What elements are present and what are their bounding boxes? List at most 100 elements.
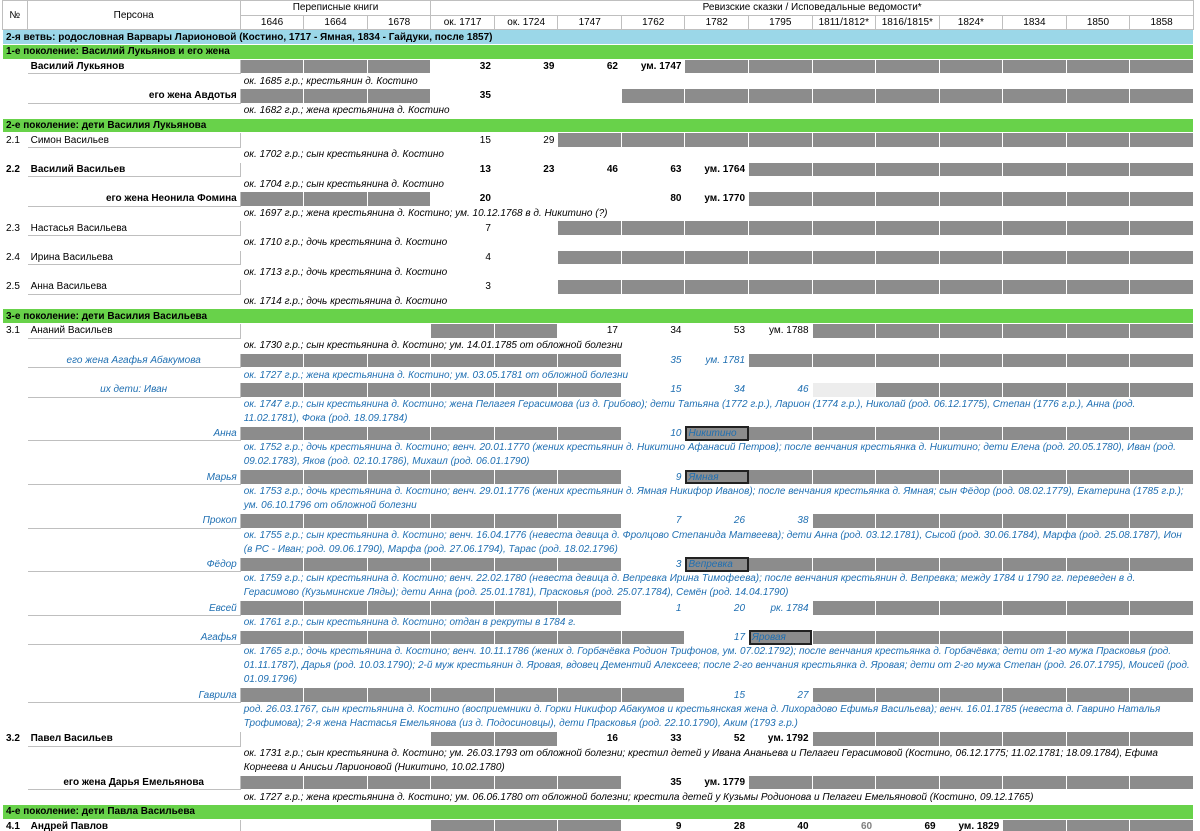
year-cell[interactable] bbox=[557, 88, 622, 104]
year-cell[interactable] bbox=[939, 557, 1003, 572]
year-cell[interactable] bbox=[1129, 600, 1194, 616]
year-cell[interactable] bbox=[557, 775, 622, 790]
year-cell[interactable] bbox=[875, 557, 940, 572]
year-cell[interactable] bbox=[1129, 731, 1194, 747]
year-cell[interactable] bbox=[875, 630, 940, 645]
year-cell[interactable] bbox=[367, 382, 431, 398]
year-cell[interactable] bbox=[939, 513, 1003, 529]
year-cell[interactable] bbox=[939, 88, 1003, 104]
year-cell[interactable] bbox=[1066, 731, 1130, 747]
year-cell[interactable] bbox=[1066, 191, 1130, 207]
year-cell[interactable] bbox=[684, 220, 749, 236]
year-cell[interactable] bbox=[303, 731, 368, 747]
year-cell[interactable] bbox=[1066, 162, 1130, 177]
year-cell[interactable] bbox=[367, 600, 431, 616]
year-cell[interactable] bbox=[303, 775, 368, 790]
year-cell[interactable] bbox=[557, 630, 622, 645]
year-cell[interactable] bbox=[240, 775, 304, 790]
year-cell[interactable] bbox=[1066, 279, 1130, 295]
year-cell[interactable]: Никитино bbox=[684, 426, 749, 441]
year-cell[interactable] bbox=[303, 353, 368, 368]
year-cell[interactable] bbox=[494, 630, 558, 645]
person-name[interactable]: Ананий Васильев bbox=[26, 323, 241, 339]
year-cell[interactable] bbox=[1066, 382, 1130, 398]
year-cell[interactable]: 35 bbox=[430, 88, 495, 104]
year-cell[interactable] bbox=[1129, 191, 1194, 207]
year-cell[interactable] bbox=[1066, 59, 1130, 74]
year-cell[interactable] bbox=[240, 162, 304, 177]
year-cell[interactable] bbox=[812, 279, 876, 295]
year-cell[interactable] bbox=[494, 687, 558, 703]
year-cell[interactable] bbox=[240, 220, 304, 236]
year-cell[interactable] bbox=[812, 250, 876, 265]
year-cell[interactable] bbox=[367, 426, 431, 441]
year-cell[interactable] bbox=[1002, 279, 1067, 295]
year-cell[interactable] bbox=[494, 382, 558, 398]
year-cell[interactable]: 46 bbox=[748, 382, 813, 398]
year-cell[interactable]: 3 bbox=[430, 279, 495, 295]
person-name[interactable]: Анна Васильева bbox=[26, 279, 241, 295]
year-cell[interactable] bbox=[939, 220, 1003, 236]
year-cell[interactable]: 35 bbox=[621, 353, 685, 368]
year-cell[interactable]: ум. 1770 bbox=[684, 191, 749, 207]
year-cell[interactable] bbox=[367, 819, 431, 831]
year-cell[interactable] bbox=[812, 469, 876, 485]
year-cell[interactable] bbox=[1129, 132, 1194, 148]
year-cell[interactable] bbox=[875, 687, 940, 703]
year-cell[interactable] bbox=[1129, 819, 1194, 831]
year-cell[interactable] bbox=[748, 132, 813, 148]
year-cell[interactable]: 15 bbox=[684, 687, 749, 703]
year-cell[interactable]: 69 bbox=[875, 819, 940, 831]
year-cell[interactable]: 1 bbox=[621, 600, 685, 616]
year-cell[interactable] bbox=[939, 162, 1003, 177]
year-cell[interactable]: 80 bbox=[621, 191, 685, 207]
year-cell[interactable] bbox=[430, 557, 495, 572]
year-cell[interactable] bbox=[557, 513, 622, 529]
year-cell[interactable] bbox=[1002, 132, 1067, 148]
year-cell[interactable] bbox=[748, 250, 813, 265]
person-name[interactable]: его жена Неонила Фомина bbox=[26, 190, 241, 207]
year-cell[interactable]: 29 bbox=[494, 132, 558, 148]
year-cell[interactable] bbox=[812, 323, 876, 339]
year-cell[interactable] bbox=[1129, 250, 1194, 265]
year-cell[interactable] bbox=[494, 469, 558, 485]
year-cell[interactable] bbox=[303, 557, 368, 572]
year-cell[interactable]: ум. 1829 bbox=[939, 819, 1003, 831]
year-cell[interactable] bbox=[1002, 88, 1067, 104]
year-cell[interactable] bbox=[812, 775, 876, 790]
year-cell[interactable]: 17 bbox=[557, 323, 622, 339]
year-cell[interactable] bbox=[367, 279, 431, 295]
person-name[interactable]: Павел Васильев bbox=[26, 731, 241, 747]
year-cell[interactable] bbox=[240, 513, 304, 529]
year-cell[interactable] bbox=[557, 600, 622, 616]
year-cell[interactable]: Яровая bbox=[748, 630, 813, 645]
year-cell[interactable] bbox=[367, 88, 431, 104]
year-cell[interactable] bbox=[1002, 382, 1067, 398]
year-cell[interactable] bbox=[939, 323, 1003, 339]
year-cell[interactable]: 17 bbox=[684, 630, 749, 645]
year-cell[interactable] bbox=[1002, 191, 1067, 207]
year-cell[interactable]: 4 bbox=[430, 250, 495, 265]
year-cell[interactable] bbox=[430, 819, 495, 831]
year-cell[interactable] bbox=[1066, 88, 1130, 104]
year-cell[interactable] bbox=[367, 191, 431, 207]
year-cell[interactable] bbox=[875, 323, 940, 339]
year-cell[interactable] bbox=[748, 191, 813, 207]
year-cell[interactable]: ум. 1788 bbox=[748, 323, 813, 339]
year-cell[interactable]: 27 bbox=[748, 687, 813, 703]
year-cell[interactable] bbox=[303, 191, 368, 207]
year-cell[interactable] bbox=[1066, 513, 1130, 529]
year-cell[interactable] bbox=[812, 220, 876, 236]
year-cell[interactable] bbox=[875, 469, 940, 485]
year-cell[interactable] bbox=[303, 88, 368, 104]
year-cell[interactable] bbox=[303, 59, 368, 74]
year-cell[interactable] bbox=[1129, 687, 1194, 703]
year-cell[interactable]: 15 bbox=[430, 132, 495, 148]
year-cell[interactable] bbox=[1002, 819, 1067, 831]
year-cell[interactable] bbox=[303, 162, 368, 177]
person-name[interactable]: Евсей bbox=[26, 600, 241, 616]
year-cell[interactable] bbox=[939, 353, 1003, 368]
person-name[interactable]: их дети: Иван bbox=[26, 381, 241, 398]
year-cell[interactable] bbox=[1002, 323, 1067, 339]
year-cell[interactable]: 32 bbox=[430, 59, 495, 74]
